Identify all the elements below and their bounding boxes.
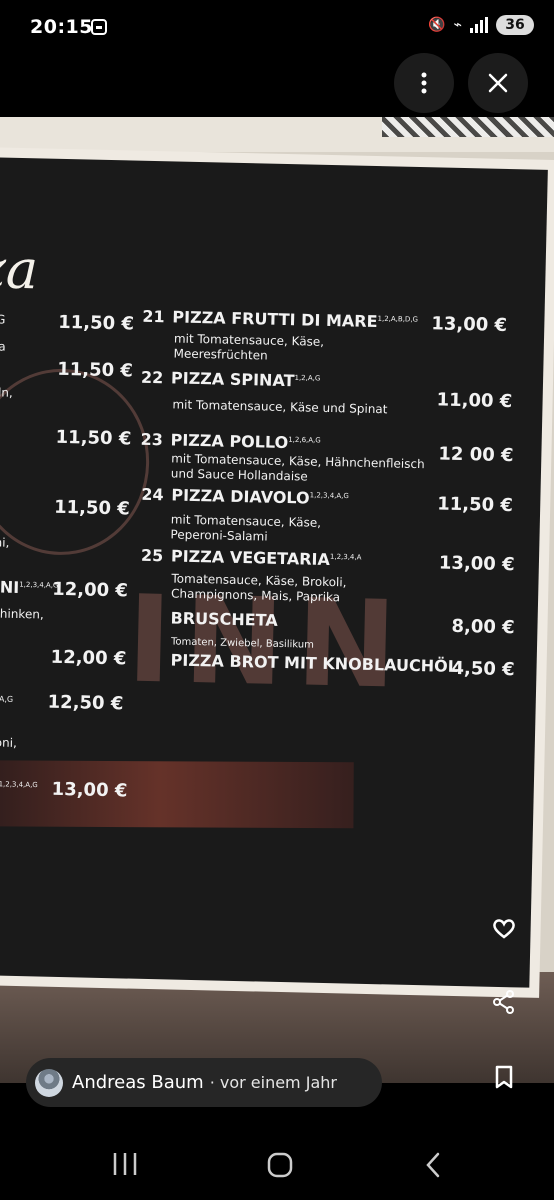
item-description: mit Tomatensauce, Käse und Spinat — [172, 397, 388, 417]
item-number: 23 — [140, 429, 164, 450]
left-fragment: oni, — [0, 535, 10, 550]
mute-icon: 🔇 — [428, 17, 446, 33]
item-name: PIZZA DIAVOLO1,2,3,4,A,G — [171, 485, 349, 508]
screen-capture-icon — [91, 19, 107, 35]
item-price: 12 00 € — [438, 443, 514, 467]
author-attribution[interactable]: Andreas Baum · vor einem Jahr — [26, 1058, 382, 1107]
wifi-icon: ⌁ — [453, 17, 462, 33]
bookmark-button[interactable] — [487, 1060, 521, 1094]
item-number: 21 — [142, 306, 165, 327]
item-name: PIZZA SPINAT1,2,A,G — [170, 368, 321, 391]
status-icons: 🔇 ⌁ 36 — [428, 15, 534, 35]
back-icon[interactable] — [424, 1151, 442, 1179]
item-price: 13,00 € — [438, 552, 515, 576]
left-menu-column: ,G 11,50 € lla G 11,50 € eln, 11,50 € 11… — [0, 157, 548, 802]
item-name: PIZZA POLLO1,2,6,A,G — [170, 430, 321, 453]
left-price: 12,50 € — [47, 691, 124, 715]
left-fragment: 4,5,A,G — [0, 694, 14, 704]
item-price: 8,00 € — [451, 615, 515, 639]
navigation-bar — [0, 1120, 554, 1200]
bookmark-icon — [495, 1065, 513, 1089]
left-price: 11,50 € — [56, 358, 134, 382]
left-price: 13,00 € — [51, 778, 128, 802]
item-name: PIZZA FRUTTI DI MARE1,2,A,B,D,G — [172, 307, 419, 332]
left-price: 11,50 € — [58, 311, 135, 335]
left-fragment: ,G — [0, 312, 6, 327]
item-price: 11,50 € — [437, 493, 514, 517]
left-fragment: G — [0, 361, 1, 376]
left-fragment: ONI1,2,3,4,A,G — [0, 577, 59, 597]
left-fragment: Schinken, — [0, 606, 44, 622]
item-name: PIZZA VEGETARIA1,2,3,4,A — [170, 546, 362, 570]
logo-watermark — [0, 366, 152, 557]
left-fragment: eln, — [0, 385, 13, 400]
item-number: 22 — [140, 367, 164, 388]
close-icon — [488, 73, 508, 93]
post-age: · vor einem Jahr — [209, 1073, 337, 1092]
item-number: 25 — [140, 545, 164, 566]
signal-icon — [470, 17, 488, 33]
share-button[interactable] — [487, 985, 521, 1019]
home-icon[interactable] — [266, 1151, 294, 1179]
heart-icon — [493, 919, 515, 939]
item-price: 13,00 € — [431, 313, 508, 336]
avatar — [35, 1068, 63, 1097]
left-fragment: lla — [0, 339, 6, 354]
left-price: 12,00 € — [50, 646, 127, 670]
decorative-pattern — [382, 117, 554, 137]
status-time: 20:15 — [30, 16, 93, 38]
status-bar: 20:15 🔇 ⌁ 36 — [0, 0, 554, 60]
right-menu-column: 21 PIZZA FRUTTI DI MARE1,2,A,B,D,G 13,00… — [0, 157, 548, 681]
left-fragment: s)1,2,3,4,A,G — [0, 780, 38, 790]
menu-photo: INN za ,G 11,50 € lla G 11,50 € eln, 11,… — [0, 117, 554, 1083]
author-name: Andreas Baum — [72, 1072, 204, 1093]
battery-indicator: 36 — [496, 15, 534, 35]
menu-title: za — [0, 236, 39, 302]
item-description: und Sauce Hollandaise — [170, 466, 308, 484]
item-description: Meeresfrüchten — [173, 346, 268, 363]
more-vert-icon — [421, 72, 427, 94]
item-price: 4,50 € — [451, 657, 515, 681]
left-fragment: eroni, — [0, 735, 18, 750]
left-price: 11,50 € — [53, 496, 131, 520]
more-options-button[interactable] — [394, 53, 454, 113]
left-price: 11,50 € — [55, 426, 132, 450]
item-price: 11,00 € — [436, 389, 513, 413]
recent-apps-icon[interactable] — [111, 1151, 139, 1177]
item-name: BRUSCHETA — [170, 608, 278, 630]
item-number: 24 — [141, 484, 164, 505]
left-price: 12,00 € — [51, 578, 129, 602]
close-button[interactable] — [468, 53, 528, 113]
share-icon — [493, 990, 514, 1014]
item-description: Peperoni-Salami — [170, 527, 268, 544]
like-button[interactable] — [487, 911, 521, 945]
menu-board: INN za ,G 11,50 € lla G 11,50 € eln, 11,… — [0, 157, 548, 988]
